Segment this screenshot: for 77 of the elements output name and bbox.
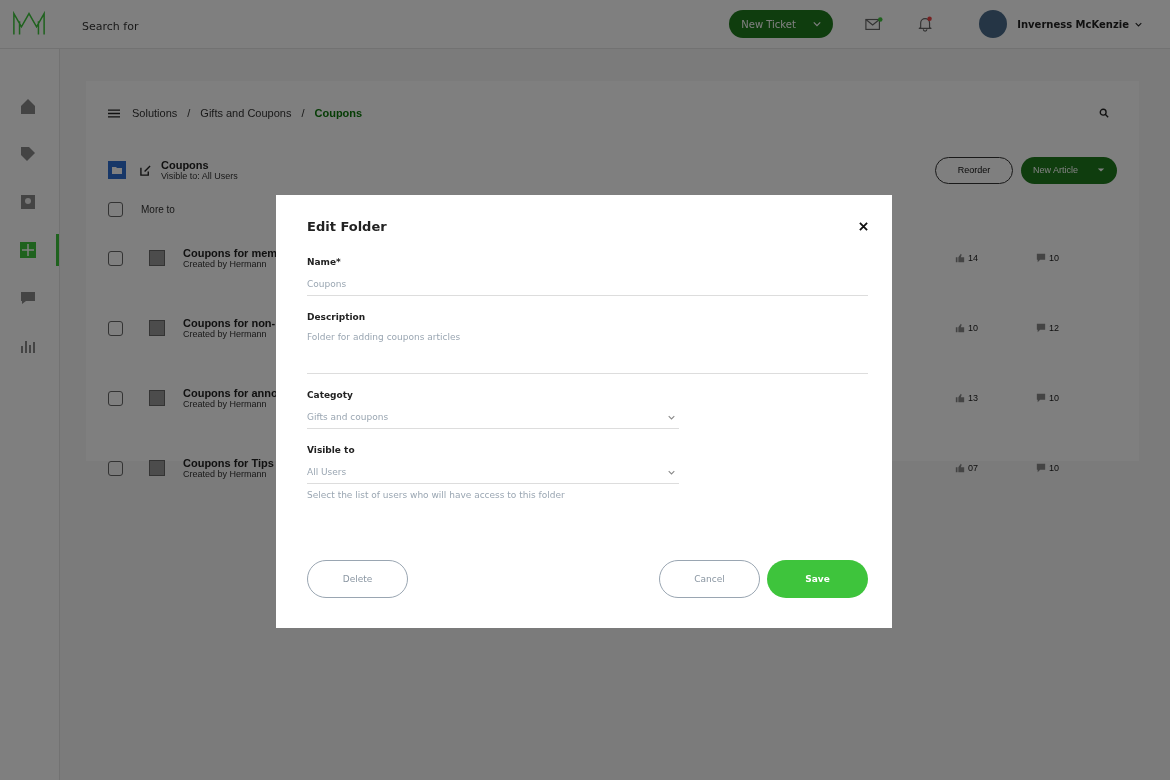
checkbox[interactable]	[108, 250, 123, 266]
tag-icon	[19, 145, 37, 163]
mail-icon[interactable]	[865, 16, 884, 32]
article-icon	[149, 320, 165, 336]
new-ticket-button[interactable]: New Ticket	[729, 10, 834, 38]
chat-icon	[19, 289, 37, 307]
comment-icon	[1036, 463, 1046, 473]
save-button[interactable]: Save	[767, 560, 868, 598]
filter-icon[interactable]	[108, 107, 120, 119]
comment-count: 12	[1049, 323, 1059, 333]
breadcrumb-link[interactable]: Gifts and Coupons	[200, 107, 292, 119]
chevron-down-icon	[668, 469, 675, 475]
new-article-button[interactable]: New Article	[1021, 156, 1117, 184]
select-field[interactable]: All Users	[307, 461, 679, 484]
comment-count: 10	[1049, 393, 1059, 403]
search-field[interactable]: Search for	[80, 18, 284, 34]
like-count: 07	[967, 463, 978, 473]
delete-button[interactable]: Delete	[307, 560, 408, 598]
comment-icon	[1036, 323, 1046, 333]
article-title[interactable]: Coupons for anno	[183, 387, 278, 399]
caret-icon	[1097, 167, 1105, 173]
thumbs-up-icon	[954, 393, 965, 403]
field-label: Name*	[307, 257, 342, 267]
article-title[interactable]: Coupons for Tips	[183, 457, 274, 469]
field-label: Description	[307, 312, 367, 322]
dialog-title: Edit Folder	[307, 218, 387, 234]
contact-card-icon	[19, 193, 37, 211]
folder-icon	[108, 161, 126, 179]
checkbox[interactable]	[108, 320, 123, 336]
thumbs-up-icon	[954, 323, 965, 333]
chevron-down-icon	[668, 414, 675, 420]
folder-subtitle: Visible to: All Users	[161, 171, 238, 181]
edit-icon[interactable]	[140, 164, 151, 176]
comment-icon	[1036, 253, 1046, 263]
close-icon[interactable]	[859, 221, 868, 231]
user-name[interactable]: Inverness McKenzie	[1017, 18, 1129, 30]
description-field[interactable]: Folder for adding coupons articles	[307, 328, 868, 374]
search-icon[interactable]	[1099, 108, 1109, 118]
like-count: 10	[967, 323, 978, 333]
name-field[interactable]: Coupons	[307, 273, 868, 296]
comment-count: 10	[1049, 253, 1059, 263]
checkbox[interactable]	[108, 390, 123, 406]
checkbox[interactable]	[108, 201, 123, 217]
breadcrumb-link[interactable]: Solutions	[132, 107, 178, 119]
home-icon	[19, 97, 37, 115]
article-meta: Created by Hermann	[183, 329, 268, 339]
article-meta: Created by Hermann	[183, 259, 268, 269]
article-meta: Created by Hermann	[183, 469, 268, 479]
select-field[interactable]: Gifts and coupons	[307, 406, 679, 429]
article-icon	[149, 390, 165, 406]
comment-count: 10	[1049, 463, 1059, 473]
like-count: 14	[967, 253, 978, 263]
article-title[interactable]: Coupons for non-	[183, 317, 276, 329]
like-count: 13	[967, 393, 978, 403]
field-label: Categoty	[307, 390, 354, 400]
avatar[interactable]	[979, 10, 1008, 38]
folder-title: Coupons	[161, 159, 209, 171]
article-meta: Created by Hermann	[183, 399, 268, 409]
checkbox[interactable]	[108, 460, 123, 476]
logo-icon	[12, 11, 46, 37]
grid-icon	[19, 241, 37, 259]
cancel-button[interactable]: Cancel	[659, 560, 760, 598]
article-title[interactable]: Coupons for mem	[183, 247, 278, 259]
field-hint: Select the list of users who will have access to this folder	[307, 490, 566, 500]
article-icon	[149, 250, 165, 266]
field-label: Visible to	[307, 445, 356, 455]
breadcrumb-separator: /	[301, 107, 305, 119]
thumbs-up-icon	[954, 253, 965, 263]
comment-icon	[1036, 393, 1046, 403]
thumbs-up-icon	[954, 463, 965, 473]
more-dropdown[interactable]: More to	[141, 203, 175, 215]
breadcrumb-separator: /	[187, 107, 191, 119]
article-icon	[149, 460, 165, 476]
caret-icon	[813, 21, 822, 27]
caret-icon[interactable]	[1135, 21, 1142, 27]
breadcrumb-link[interactable]: Coupons	[314, 107, 363, 119]
reorder-button[interactable]: Reorder	[935, 156, 1013, 184]
